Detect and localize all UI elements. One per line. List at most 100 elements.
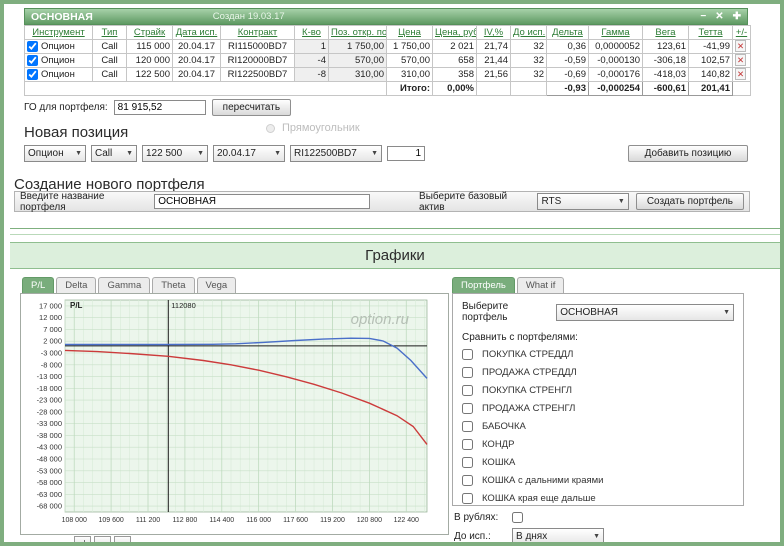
compare-checkbox[interactable] <box>462 457 473 468</box>
window-titlebar: ОСНОВНАЯ Создан 19.03.17 − ✕ ✚ <box>24 8 748 25</box>
column-header[interactable]: Страйк <box>126 25 173 40</box>
totals-gamma: -0,000254 <box>588 81 643 96</box>
column-header[interactable]: Цена, руб. <box>432 25 477 40</box>
tab-p-l[interactable]: P/L <box>22 277 55 293</box>
tab-gamma[interactable]: Gamma <box>98 277 151 293</box>
compare-checkbox[interactable] <box>462 475 473 486</box>
y-tick-label: -68 000 <box>37 502 62 511</box>
column-header[interactable]: Дельта <box>546 25 589 40</box>
column-header[interactable]: К-во <box>294 25 329 40</box>
pager-button[interactable]: » <box>114 536 131 542</box>
type-cell: Call <box>92 53 127 68</box>
portfolio-select[interactable]: ОСНОВНАЯ ▼ <box>556 303 734 321</box>
column-header[interactable]: Дата исп. <box>172 25 221 40</box>
column-header[interactable]: IV,% <box>476 25 511 40</box>
compare-checkbox[interactable] <box>462 421 473 432</box>
create-portfolio-button[interactable]: Создать портфель <box>635 193 745 210</box>
delete-position-icon[interactable]: ✕ <box>735 40 747 52</box>
delta-cell: -0,69 <box>546 67 589 82</box>
margin-input[interactable] <box>113 100 206 115</box>
instrument-cell: Опцион <box>24 53 93 68</box>
x-tick-label: 122 400 <box>394 517 419 524</box>
chevron-down-icon: ▼ <box>617 198 625 205</box>
column-header[interactable]: Вега <box>642 25 689 40</box>
column-header[interactable]: Гамма <box>588 25 643 40</box>
tab-theta[interactable]: Theta <box>152 277 195 293</box>
tab-delta[interactable]: Delta <box>56 277 97 293</box>
window-created-date: Создан 19.03.17 <box>212 11 285 22</box>
compare-checkbox[interactable] <box>462 493 473 504</box>
window-title: ОСНОВНАЯ <box>31 10 93 23</box>
position-enabled-checkbox[interactable] <box>27 68 38 80</box>
add-icon[interactable]: ✚ <box>733 11 741 22</box>
compare-checkbox[interactable] <box>462 439 473 450</box>
theta-cell: -41,99 <box>688 39 733 54</box>
recalculate-button[interactable]: пересчитать <box>211 99 292 116</box>
column-header[interactable]: До исп. <box>510 25 547 40</box>
tab-портфель[interactable]: Портфель <box>452 277 515 293</box>
compare-item-label: ПРОДАЖА СТРЕДДЛ <box>482 367 577 378</box>
instrument-type-select[interactable]: Опцион ▼ <box>24 145 86 162</box>
pager-button[interactable]: «| <box>74 536 91 542</box>
days-select[interactable]: В днях ▼ <box>512 528 604 542</box>
compare-item-label: ПОКУПКА СТРЕНГЛ <box>482 385 572 396</box>
pos_open-cell: 570,00 <box>328 53 387 68</box>
strike-cell: 115 000 <box>126 39 173 54</box>
tab-what-if[interactable]: What if <box>516 277 565 293</box>
y-tick-label: -33 000 <box>37 419 62 428</box>
position-enabled-checkbox[interactable] <box>27 54 38 66</box>
column-header[interactable]: +/- <box>732 25 751 40</box>
contract-select[interactable]: RI122500BD7 ▼ <box>290 145 382 162</box>
totals-vega: -600,61 <box>642 81 689 96</box>
margin-row: ГО для портфеля: пересчитать <box>24 99 748 116</box>
column-header[interactable]: Контракт <box>220 25 295 40</box>
exp_date-cell: 20.04.17 <box>172 67 221 82</box>
column-header[interactable]: Тетта <box>688 25 733 40</box>
portfolio-tabs: Портфель What if <box>452 277 565 293</box>
call-put-select[interactable]: Call ▼ <box>91 145 137 162</box>
delete-position-icon[interactable]: ✕ <box>735 54 747 66</box>
strike-cell: 120 000 <box>126 53 173 68</box>
y-tick-label: 12 000 <box>39 313 62 322</box>
portfolio-name-input[interactable] <box>154 194 371 209</box>
base-asset-select[interactable]: RTS ▼ <box>537 193 629 210</box>
column-header[interactable]: Тип <box>92 25 127 40</box>
pager-button[interactable]: « <box>94 536 111 542</box>
x-tick-label: 119 200 <box>320 517 345 524</box>
tab-vega[interactable]: Vega <box>196 277 237 293</box>
column-header[interactable]: Поз. откр. по <box>328 25 387 40</box>
gamma-cell: -0,000176 <box>588 67 643 82</box>
compare-item-label: КОШКА с дальними краями <box>482 475 604 486</box>
column-header[interactable]: Инструмент <box>24 25 93 40</box>
x-tick-label: 108 000 <box>62 517 87 524</box>
y-tick-label: -18 000 <box>37 384 62 393</box>
position-row: Опцион Call 115 000 20.04.17 RI115000BD7 1 1 7… <box>24 39 751 54</box>
type-cell: Call <box>92 39 127 54</box>
compare-checkbox[interactable] <box>462 367 473 378</box>
expiry-date-select[interactable]: 20.04.17 ▼ <box>213 145 285 162</box>
add-position-button[interactable]: Добавить позицию <box>628 145 748 162</box>
chevron-down-icon: ▼ <box>723 308 730 316</box>
chart-pager: «| «» <box>74 536 131 542</box>
strike-select[interactable]: 122 500 ▼ <box>142 145 208 162</box>
close-icon[interactable]: ✕ <box>715 11 723 22</box>
contract-cell: RI122500BD7 <box>220 67 295 82</box>
qty-cell: 1 <box>294 39 329 54</box>
compare-checkbox[interactable] <box>462 349 473 360</box>
column-header[interactable]: Цена <box>386 25 433 40</box>
pos_open-cell: 310,00 <box>328 67 387 82</box>
rubles-checkbox[interactable] <box>512 512 523 523</box>
iv-cell: 21,56 <box>476 67 511 82</box>
minimize-icon[interactable]: − <box>700 11 706 22</box>
option-ru-page: ОСНОВНАЯ Создан 19.03.17 − ✕ ✚ Инструмен… <box>0 0 784 546</box>
y-tick-label: -38 000 <box>37 431 62 440</box>
quantity-input[interactable] <box>387 146 425 161</box>
compare-item: КОШКА с дальними краями <box>462 474 734 487</box>
delete-position-icon[interactable]: ✕ <box>735 68 747 80</box>
compare-checkbox[interactable] <box>462 385 473 396</box>
exp_date-cell: 20.04.17 <box>172 53 221 68</box>
iv-cell: 21,44 <box>476 53 511 68</box>
position-enabled-checkbox[interactable] <box>27 40 38 52</box>
compare-checkbox[interactable] <box>462 403 473 414</box>
y-tick-label: -3 000 <box>41 349 62 358</box>
